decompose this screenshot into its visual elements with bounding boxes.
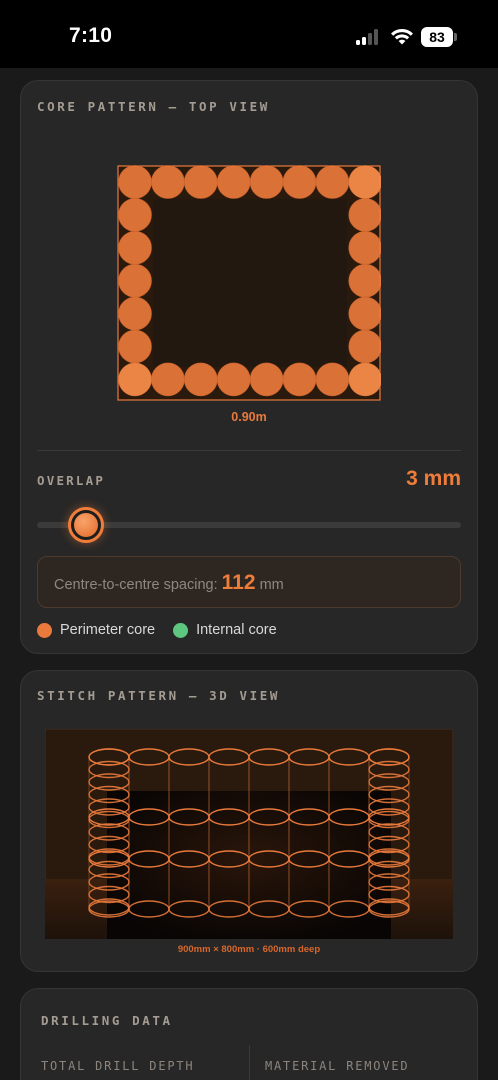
perimeter-core [249, 362, 284, 397]
corner-core [118, 362, 152, 396]
spacing-text: Centre-to-centre spacing: 112 mm [54, 571, 284, 595]
overlap-slider[interactable] [37, 505, 461, 545]
wifi-icon [391, 28, 413, 45]
battery-level: 83 [421, 27, 453, 47]
status-time: 7:10 [69, 24, 113, 47]
stitch-caption: 900mm × 800mm · 600mm deep [177, 944, 321, 955]
stitch-pattern-title: STITCH PATTERN — 3D VIEW [37, 688, 281, 703]
stitch-pattern-card: STITCH PATTERN — 3D VIEW 900mm × 800mm ·… [20, 670, 478, 972]
perimeter-core [118, 263, 152, 298]
battery-icon: 83 [421, 27, 457, 47]
overlap-label: OVERLAP [37, 473, 106, 488]
perimeter-core-swatch [37, 622, 52, 638]
perimeter-core [348, 296, 381, 331]
legend-perimeter-core: Perimeter core [60, 622, 156, 638]
perimeter-core [348, 231, 381, 265]
perimeter-core [249, 165, 284, 199]
spacing-unit: mm [259, 577, 284, 593]
slider-thumb[interactable] [68, 507, 104, 543]
core-pattern-title: CORE PATTERN — TOP VIEW [37, 99, 270, 114]
perimeter-core [118, 296, 152, 331]
perimeter-core [151, 362, 185, 397]
perimeter-core [184, 362, 218, 397]
divider [37, 450, 461, 451]
core-legend: Perimeter core Internal core [37, 621, 295, 639]
legend-internal-core: Internal core [196, 622, 277, 638]
perimeter-core [216, 362, 251, 397]
core-pattern-card: CORE PATTERN — TOP VIEW 0.90m OVERLAP 3 … [20, 80, 478, 654]
perimeter-core [216, 165, 251, 199]
perimeter-core [315, 165, 350, 199]
perimeter-core [348, 198, 381, 232]
stitch-3d-view [45, 729, 453, 939]
material-removed-label: MATERIAL REMOVED [265, 1059, 410, 1073]
spacing-readout: Centre-to-centre spacing: 112 mm [37, 556, 461, 608]
plan-width-label: 0.90m [231, 410, 267, 424]
corner-core [348, 165, 381, 199]
core-pattern-plan [117, 165, 381, 401]
column-divider [249, 1045, 250, 1080]
perimeter-core [118, 231, 152, 265]
perimeter-core [282, 165, 317, 199]
overlap-value: 3 mm [406, 467, 461, 490]
perimeter-core [118, 198, 152, 232]
drilling-data-card: DRILLING DATA TOTAL DRILL DEPTH MATERIAL… [20, 988, 478, 1080]
perimeter-core [282, 362, 317, 397]
perimeter-core [118, 329, 152, 364]
perimeter-core [184, 165, 218, 199]
internal-core-swatch [173, 622, 189, 638]
perimeter-core [348, 263, 381, 298]
spacing-value: 112 [221, 571, 256, 594]
perimeter-core [118, 165, 152, 199]
status-bar: 7:10 83 [0, 0, 498, 68]
perimeter-core [315, 362, 350, 397]
total-drill-depth-label: TOTAL DRILL DEPTH [41, 1059, 195, 1073]
corner-core [348, 362, 381, 396]
drilling-data-title: DRILLING DATA [41, 1013, 173, 1028]
signal-icon [356, 29, 382, 45]
perimeter-core [151, 165, 185, 199]
perimeter-core [348, 329, 381, 364]
spacing-label: Centre-to-centre spacing: [54, 577, 218, 593]
